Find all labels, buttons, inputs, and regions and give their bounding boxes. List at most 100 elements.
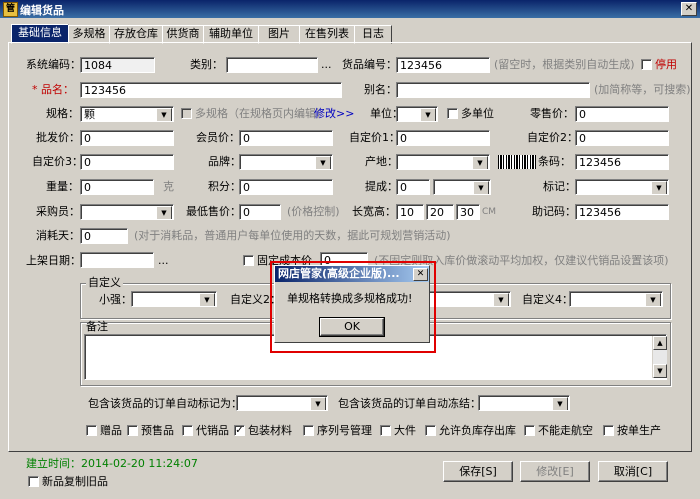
scroll-down-icon[interactable]: ▼	[653, 364, 667, 378]
alias-hint: (加简称等，可搜索)	[594, 83, 691, 96]
chevron-down-icon: ▼	[310, 397, 326, 410]
disable-checkbox[interactable]	[641, 59, 652, 70]
copy-old-checkbox[interactable]	[28, 476, 39, 487]
name-field[interactable]: 123456	[80, 82, 342, 98]
origin-select[interactable]: ▼	[396, 154, 490, 170]
xiaoqiang-select[interactable]: ▼	[131, 291, 217, 307]
width-field[interactable]: 20	[426, 204, 454, 220]
packaging-label: 包装材料	[248, 424, 292, 437]
custom-price2-label: 自定价2：	[527, 131, 578, 144]
item-no-hint: (留空时，根据类别自动生成)	[494, 58, 635, 71]
dialog-ok-button[interactable]: OK	[319, 317, 385, 337]
length-field[interactable]: 10	[396, 204, 424, 220]
remark-scrollbar[interactable]: ▲ ▼	[652, 336, 667, 378]
fixed-cost-checkbox[interactable]	[243, 255, 254, 266]
order-freeze-select[interactable]: ▼	[478, 395, 570, 411]
presale-checkbox[interactable]	[127, 425, 138, 436]
item-no-field[interactable]: 123456	[396, 57, 490, 73]
mnemonic-field[interactable]: 123456	[575, 204, 669, 220]
save-button[interactable]: 保存[S]	[443, 461, 513, 482]
large-item-checkbox[interactable]	[380, 425, 391, 436]
height-field[interactable]: 30	[456, 204, 480, 220]
custom-price3-field[interactable]: 0	[80, 154, 174, 170]
cancel-button[interactable]: 取消[C]	[598, 461, 668, 482]
chevron-down-icon: ▼	[156, 108, 172, 121]
consignment-checkbox[interactable]	[182, 425, 193, 436]
points-label: 积分：	[208, 180, 241, 193]
chevron-down-icon: ▼	[552, 397, 568, 410]
window-close-button[interactable]: ✕	[681, 2, 697, 16]
mark-label: 标记：	[543, 180, 576, 193]
shelf-date-field[interactable]	[80, 252, 154, 268]
gift-label: 赠品	[100, 424, 122, 437]
spec-label: 规格：	[46, 107, 79, 120]
created-time: 建立时间：2014-02-20 11:24:07	[26, 457, 198, 470]
dialog-title: 网店管家(高级企业版)...	[278, 267, 400, 280]
wholesale-field[interactable]: 0	[80, 130, 174, 146]
member-price-field[interactable]: 0	[239, 130, 333, 146]
made-to-order-label: 按单生产	[617, 424, 661, 437]
dims-label: 长宽高：	[352, 205, 396, 218]
shelf-date-browse-button[interactable]: ...	[158, 253, 169, 269]
weight-unit: 克	[163, 180, 174, 193]
min-price-field[interactable]: 0	[239, 204, 281, 220]
min-price-hint: (价格控制)	[287, 205, 340, 218]
multi-unit-label: 多单位	[461, 107, 494, 120]
no-air-checkbox[interactable]	[524, 425, 535, 436]
category-field[interactable]	[226, 57, 318, 73]
custom-group-title: 自定义	[86, 275, 123, 291]
mnemonic-label: 助记码：	[532, 205, 576, 218]
system-code-field: 1084	[80, 57, 155, 73]
dialog-message: 单规格转换成多规格成功!	[287, 292, 413, 305]
barcode-field[interactable]: 123456	[575, 154, 669, 170]
chevron-down-icon: ▼	[493, 293, 509, 306]
modify-button[interactable]: 修改[E]	[520, 461, 590, 482]
multi-unit-checkbox[interactable]	[447, 108, 458, 119]
brand-select[interactable]: ▼	[239, 154, 333, 170]
custom3-select[interactable]: ▼	[425, 291, 511, 307]
dialog-close-button[interactable]: ✕	[413, 268, 428, 281]
app-icon: 管	[3, 2, 18, 17]
commission-field[interactable]: 0	[396, 179, 430, 195]
commission-label: 提成：	[365, 180, 398, 193]
alias-field[interactable]	[396, 82, 590, 98]
order-mark-select[interactable]: ▼	[236, 395, 328, 411]
scroll-up-icon[interactable]: ▲	[653, 336, 667, 350]
custom-price1-label: 自定价1：	[349, 131, 400, 144]
retail-price-label: 零售价：	[530, 107, 574, 120]
weight-field[interactable]: 0	[80, 179, 154, 195]
negative-stock-checkbox[interactable]	[425, 425, 436, 436]
retail-price-field[interactable]: 0	[575, 106, 669, 122]
packaging-checkbox[interactable]: ✓	[234, 425, 245, 436]
made-to-order-checkbox[interactable]	[603, 425, 614, 436]
points-field[interactable]: 0	[239, 179, 333, 195]
unit-select[interactable]: ▼	[396, 106, 438, 122]
chevron-down-icon: ▼	[472, 156, 488, 169]
xiaoqiang-label: 小强：	[99, 293, 132, 306]
tab-basic-info[interactable]: 基础信息	[11, 24, 69, 44]
window-title: 编辑货品	[20, 4, 64, 17]
spec-select[interactable]: 颗 ▼	[80, 106, 174, 122]
remark-label: 备注	[86, 320, 108, 333]
order-freeze-label: 包含该货品的订单自动冻结：	[338, 397, 481, 410]
category-browse-button[interactable]: ...	[321, 57, 332, 73]
weight-label: 重量：	[46, 180, 79, 193]
consume-days-field[interactable]: 0	[80, 228, 128, 244]
serial-checkbox[interactable]	[303, 425, 314, 436]
alias-label: 别名：	[364, 83, 397, 96]
custom-price2-field[interactable]: 0	[575, 130, 669, 146]
chevron-down-icon: ▼	[420, 108, 436, 121]
gift-checkbox[interactable]	[86, 425, 97, 436]
custom4-select[interactable]: ▼	[569, 291, 663, 307]
buyer-select[interactable]: ▼	[80, 204, 174, 220]
chevron-down-icon: ▼	[645, 293, 661, 306]
no-air-label: 不能走航空	[538, 424, 593, 437]
commission-type-select[interactable]: ▼	[433, 179, 491, 195]
mark-select[interactable]: ▼	[575, 179, 669, 195]
wholesale-label: 批发价：	[36, 131, 80, 144]
modify-spec-link[interactable]: 修改>>	[314, 106, 354, 122]
system-code-label: 系统编码：	[26, 58, 81, 71]
custom-price1-field[interactable]: 0	[396, 130, 490, 146]
buyer-label: 采购员：	[36, 205, 80, 218]
item-no-label: 货品编号：	[342, 58, 397, 71]
